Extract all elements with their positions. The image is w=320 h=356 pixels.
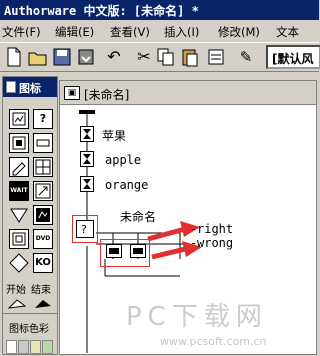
framework-icon[interactable] <box>33 157 53 177</box>
menu-edit[interactable]: 编辑(E) <box>55 24 94 40</box>
watermark-url: www.pcsoft.com.cn <box>160 335 267 348</box>
decision-icon[interactable]: WAIT <box>9 181 29 201</box>
palette-title: 图标 <box>19 82 41 95</box>
watermark-text: PC下载网 <box>126 302 268 332</box>
title-bar: Authorware 中文版: [未命名] * <box>0 0 319 20</box>
import-icon[interactable] <box>76 47 96 67</box>
menu-modify[interactable]: 修改(M) <box>218 24 260 40</box>
menu-text[interactable]: 文本 <box>276 24 299 40</box>
undo-icon[interactable]: ↶ <box>104 47 124 67</box>
save-icon[interactable] <box>52 47 72 67</box>
start-flag-label: 开始 <box>6 285 26 296</box>
palette-title-bar: 图标 <box>3 77 57 97</box>
end-flag-icon[interactable] <box>33 295 53 308</box>
menu-bar: 文件(F) 编辑(E) 查看(V) 插入(I) 修改(M) 文本 <box>0 22 319 40</box>
palette-window-icon <box>6 81 16 93</box>
font-select[interactable]: [默认风 <box>266 45 320 69</box>
copy-icon[interactable] <box>156 47 176 67</box>
erase-icon[interactable] <box>9 133 29 153</box>
motion-icon[interactable]: ? <box>33 109 53 129</box>
display-icon[interactable] <box>9 109 29 129</box>
swatch-4[interactable] <box>42 340 53 354</box>
open-icon[interactable] <box>28 47 48 67</box>
icon-palette: 图标 ? WAIT DVD KO 开始 结束 图标色彩 <box>2 76 58 355</box>
calculation-icon[interactable] <box>9 205 29 225</box>
design-window: ▣ [未命名] 苹果 apple orange 未命名 ? - right - … <box>59 80 317 355</box>
cut-icon[interactable]: ✂ <box>134 47 154 67</box>
branch-label-right: right <box>197 222 234 236</box>
swatch-2[interactable] <box>18 340 29 354</box>
bold-icon[interactable]: ✎ <box>236 47 256 67</box>
wait-icon[interactable] <box>33 133 53 153</box>
knowledge-object-icon[interactable]: KO <box>33 253 53 273</box>
menu-view[interactable]: 查看(V) <box>110 24 150 40</box>
color-swatches <box>6 340 56 354</box>
digital-movie-icon[interactable] <box>9 229 29 249</box>
end-flag-label: 结束 <box>31 285 51 296</box>
navigate-icon[interactable] <box>9 157 29 177</box>
menu-file[interactable]: 文件(F) <box>2 24 41 40</box>
interaction-icon[interactable] <box>33 181 53 201</box>
window-title: Authorware 中文版: [未命名] * <box>4 4 199 18</box>
start-flag-icon[interactable] <box>7 295 27 309</box>
map-icon[interactable] <box>33 205 53 225</box>
new-icon[interactable] <box>4 47 24 67</box>
swatch-1[interactable] <box>6 340 17 354</box>
find-icon[interactable] <box>206 47 226 67</box>
sound-icon[interactable]: DVD <box>33 229 53 249</box>
paste-icon[interactable] <box>180 47 200 67</box>
branch-label-wrong: wrong <box>197 236 234 250</box>
menu-insert[interactable]: 插入(I) <box>164 24 199 40</box>
icon-color-label: 图标色彩 <box>9 324 49 335</box>
palette-divider <box>3 313 57 314</box>
swatch-3[interactable] <box>30 340 41 354</box>
video-icon[interactable] <box>9 253 29 273</box>
